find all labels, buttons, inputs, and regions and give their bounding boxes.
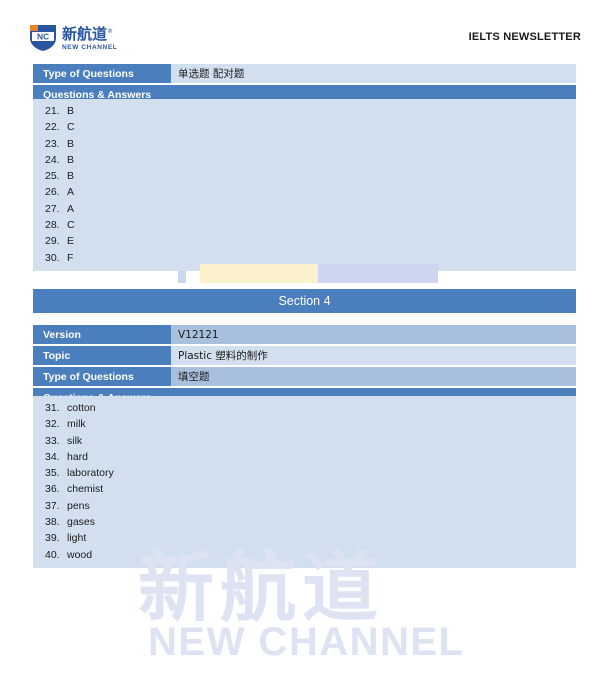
watermark-text-en: NEW CHANNEL: [148, 620, 465, 664]
list-item: 24. B: [33, 152, 576, 168]
section4-topic-label: Topic: [33, 346, 171, 365]
answer-number: 32.: [45, 418, 60, 431]
answer-number: 35.: [45, 467, 60, 480]
decorative-block-lavender-small: [178, 271, 186, 283]
page-title: IELTS NEWSLETTER: [468, 31, 581, 43]
answer-number: 31.: [45, 402, 60, 414]
table-row: Type of Questions 单选题 配对题: [33, 64, 576, 83]
section3-answers-block: 21. B 22. C 23. B 24. B 25. B 26. A 27. …: [33, 99, 576, 271]
list-item: 35. laboratory: [33, 465, 576, 481]
brand-name-cn: 新航道®: [62, 24, 114, 43]
shield-logo-icon: NC: [28, 22, 58, 52]
list-item: 31. cotton: [33, 400, 576, 416]
answer-value: wood: [67, 548, 93, 561]
answer-number: 39.: [45, 532, 60, 545]
answer-value: gases: [67, 516, 96, 529]
answer-number: 36.: [45, 483, 60, 496]
list-item: 32. milk: [33, 416, 576, 432]
answer-number: 25.: [45, 170, 60, 183]
answer-number: 29.: [45, 235, 60, 248]
decorative-block-cream: [200, 264, 318, 283]
list-item: 37. pens: [33, 498, 576, 514]
section4-type-value: 填空题: [171, 367, 576, 386]
answer-number: 26.: [45, 186, 60, 199]
answer-number: 30.: [45, 251, 60, 264]
svg-text:NC: NC: [37, 32, 49, 42]
list-item: 26. A: [33, 184, 576, 200]
section4-type-label: Type of Questions: [33, 367, 171, 386]
section4-info-table: Version V12121 Topic Plastic 塑料的制作 Type …: [33, 325, 576, 407]
list-item: 22. C: [33, 119, 576, 135]
list-item: 40. wood: [33, 547, 576, 563]
section3-type-label: Type of Questions: [33, 64, 171, 83]
list-item: 38. gases: [33, 514, 576, 530]
answer-value: milk: [67, 418, 86, 431]
list-item: 27. A: [33, 201, 576, 217]
table-row: Topic Plastic 塑料的制作: [33, 346, 576, 365]
answer-value: B: [67, 137, 75, 150]
answer-number: 34.: [45, 450, 60, 463]
decorative-block-lavender: [318, 264, 438, 283]
answer-value: E: [67, 235, 75, 248]
answer-number: 27.: [45, 202, 60, 215]
answer-number: 28.: [45, 219, 60, 232]
answer-value: B: [67, 153, 75, 166]
section4-title-bar: Section 4: [33, 289, 576, 313]
answer-value: hard: [67, 450, 89, 463]
list-item: 21. B: [33, 103, 576, 119]
section4-answers-block: 31. cotton 32. milk 33. silk 34. hard 35…: [33, 396, 576, 568]
brand-wordmark: 新航道® NEW CHANNEL: [62, 22, 117, 52]
answer-number: 37.: [45, 499, 60, 512]
section4-version-value: V12121: [171, 325, 576, 344]
answer-value: A: [67, 186, 75, 199]
list-item: 23. B: [33, 136, 576, 152]
brand-name-en: NEW CHANNEL: [62, 43, 118, 51]
list-item: 39. light: [33, 530, 576, 546]
answer-value: B: [67, 170, 75, 183]
list-item: 33. silk: [33, 433, 576, 449]
answer-value: chemist: [67, 483, 104, 496]
section4-answer-list: 31. cotton 32. milk 33. silk 34. hard 35…: [33, 396, 576, 567]
answer-number: 23.: [45, 137, 60, 150]
answer-value: cotton: [67, 402, 96, 414]
list-item: 34. hard: [33, 449, 576, 465]
answer-value: silk: [67, 434, 83, 447]
list-item: 28. C: [33, 217, 576, 233]
newsletter-page: NC 新航道® NEW CHANNEL IELTS NEWSLETTER Typ…: [0, 0, 609, 692]
answer-number: 33.: [45, 434, 60, 447]
table-row: Version V12121: [33, 325, 576, 344]
table-row: Type of Questions 填空题: [33, 367, 576, 386]
section3-info-table: Type of Questions 单选题 配对题 Questions & An…: [33, 64, 576, 104]
answer-number: 40.: [45, 548, 60, 561]
answer-number: 21.: [45, 105, 60, 117]
answer-number: 22.: [45, 121, 60, 134]
answer-value: A: [67, 202, 75, 215]
answer-value: B: [67, 105, 75, 117]
section4-version-label: Version: [33, 325, 171, 344]
answer-value: pens: [67, 499, 90, 512]
list-item: 25. B: [33, 168, 576, 184]
answer-value: C: [67, 219, 75, 232]
brand-logo: NC 新航道® NEW CHANNEL: [28, 22, 117, 52]
trademark-symbol: ®: [107, 27, 114, 35]
list-item: 36. chemist: [33, 481, 576, 497]
answer-number: 38.: [45, 516, 60, 529]
section3-type-value: 单选题 配对题: [171, 64, 576, 83]
answer-value: light: [67, 532, 87, 545]
section4-topic-value: Plastic 塑料的制作: [171, 346, 576, 365]
list-item: 29. E: [33, 233, 576, 249]
answer-value: C: [67, 121, 75, 134]
answer-value: laboratory: [67, 467, 114, 480]
page-header: NC 新航道® NEW CHANNEL IELTS NEWSLETTER: [0, 0, 609, 60]
answer-number: 24.: [45, 153, 60, 166]
section3-answer-list: 21. B 22. C 23. B 24. B 25. B 26. A 27. …: [33, 99, 576, 270]
